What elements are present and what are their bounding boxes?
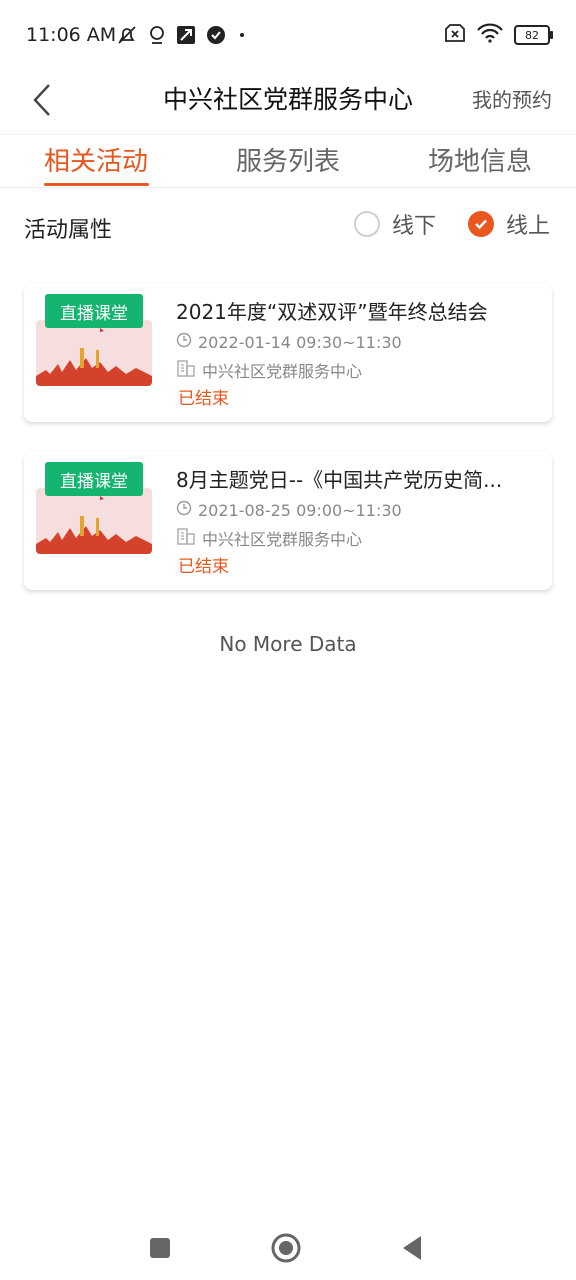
check-badge-icon (206, 25, 226, 49)
offline-option[interactable]: 线下 (354, 208, 436, 240)
status-left-icons (116, 24, 248, 50)
activity-venue-row: 中兴社区党群服务中心 (176, 526, 362, 550)
wifi-icon (476, 23, 504, 47)
activity-title: 2021年度“双述双评”暨年终总结会 (176, 300, 488, 324)
system-nav-bar (0, 1218, 576, 1280)
battery-icon: 82 (514, 25, 553, 45)
online-option-label: 线上 (506, 214, 551, 239)
tab-service-list[interactable]: 服务列表 (213, 141, 363, 178)
square-icon (149, 1237, 171, 1263)
location-icon (148, 24, 166, 50)
dot-icon (236, 25, 248, 49)
active-tab-indicator (44, 183, 149, 186)
status-time: 11:06 AM (26, 24, 117, 46)
activity-venue: 中兴社区党群服务中心 (202, 362, 363, 381)
building-icon (176, 359, 196, 381)
no-more-data-text: No More Data (219, 632, 357, 656)
offline-option-label: 线下 (392, 214, 437, 239)
activity-filter: 活动属性 线下 线上 (0, 200, 576, 256)
mute-bell-icon (116, 24, 138, 50)
home-button[interactable] (266, 1230, 306, 1270)
live-class-badge: 直播课堂 (45, 462, 143, 496)
radio-unchecked-icon[interactable] (354, 211, 380, 237)
building-icon (176, 527, 196, 549)
activity-status: 已结束 (178, 389, 229, 409)
online-option[interactable]: 线上 (468, 208, 550, 240)
status-bar: 11:06 AM 82 (0, 0, 576, 70)
activity-venue-row: 中兴社区党群服务中心 (176, 358, 362, 382)
activity-card[interactable]: 直播课堂 8月主题党日--《中国共产党历史简... 2021-08-25 09:… (24, 452, 552, 590)
recent-apps-button[interactable] (140, 1230, 180, 1270)
clock-icon (176, 500, 192, 520)
activity-time: 2021-08-25 09:00~11:30 (198, 500, 402, 520)
activity-venue: 中兴社区党群服务中心 (202, 530, 363, 549)
my-reservations-link[interactable]: 我的预约 (472, 84, 552, 113)
triangle-back-icon (401, 1235, 423, 1265)
activity-card[interactable]: 直播课堂 2021年度“双述双评”暨年终总结会 2022-01-14 09:30… (24, 284, 552, 422)
back-nav-button[interactable] (392, 1230, 432, 1270)
activity-status: 已结束 (178, 557, 229, 577)
tab-bar: 相关活动 服务列表 场地信息 (0, 135, 576, 188)
activity-thumbnail (36, 488, 152, 554)
activity-time: 2022-01-14 09:30~11:30 (198, 332, 402, 352)
app-icon (176, 25, 196, 49)
activity-time-row: 2021-08-25 09:00~11:30 (176, 500, 402, 520)
tab-related-activities[interactable]: 相关活动 (21, 141, 171, 178)
clock-icon (176, 332, 192, 352)
home-circle-icon (270, 1232, 302, 1268)
radio-checked-icon[interactable] (468, 211, 494, 237)
no-sim-icon (444, 23, 466, 47)
tab-venue-info[interactable]: 场地信息 (405, 141, 555, 178)
live-class-badge: 直播课堂 (45, 294, 143, 328)
filter-label: 活动属性 (24, 218, 113, 243)
activity-thumbnail (36, 320, 152, 386)
activity-time-row: 2022-01-14 09:30~11:30 (176, 332, 402, 352)
header: 中兴社区党群服务中心 我的预约 (0, 70, 576, 135)
activity-title: 8月主题党日--《中国共产党历史简... (176, 468, 503, 492)
status-right-icons: 82 (444, 23, 553, 47)
